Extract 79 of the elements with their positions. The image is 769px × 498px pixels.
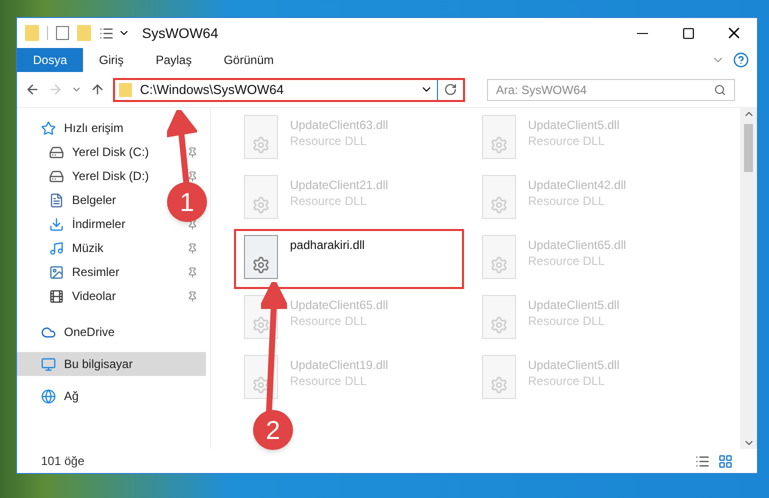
details-view-icon[interactable]	[695, 454, 710, 468]
refresh-icon[interactable]	[444, 83, 457, 96]
ribbon-tab[interactable]: Görünüm	[208, 48, 290, 72]
search-field[interactable]: Ara: SysWOW64	[487, 78, 735, 100]
back-icon[interactable]	[25, 82, 40, 97]
music-icon	[49, 240, 64, 256]
item-count: 101 öğe	[41, 453, 86, 470]
maximize-icon	[682, 26, 694, 40]
step-number-badge: 1	[167, 182, 207, 222]
file-name: UpdateClient63.dll	[290, 117, 388, 133]
nav-item[interactable]: Bu bilgisayar	[17, 352, 163, 376]
address-path: C:\Windows\SysWOW64	[140, 80, 285, 99]
nav-item[interactable]: Hızlı erişim	[17, 116, 163, 140]
nav-item[interactable]: Belgeler	[17, 188, 163, 212]
nav-label: Resimler	[72, 264, 120, 281]
nav-label: Müzik	[72, 240, 104, 257]
file-name: UpdateClient5.dll	[528, 357, 620, 373]
help-icon[interactable]	[733, 52, 749, 68]
nav-label: Belgeler	[72, 192, 116, 209]
nav-label: Ağ	[64, 388, 79, 405]
folder-icon	[25, 25, 39, 41]
nav-item[interactable]: İndirmeler	[17, 212, 163, 236]
nav-item[interactable]: Müzik	[17, 236, 163, 260]
nav-label: Videolar	[72, 288, 116, 305]
drive-icon	[49, 168, 64, 184]
nav-label: Yerel Disk (D:)	[72, 168, 149, 185]
large-icons-view-icon[interactable]	[718, 454, 733, 468]
checkbox-icon	[56, 26, 69, 40]
file-name: UpdateClient65.dll	[528, 237, 626, 253]
file-name: UpdateClient5.dll	[528, 117, 620, 133]
nav-label: Yerel Disk (C:)	[72, 144, 149, 161]
pc-icon	[41, 356, 56, 372]
nav-item[interactable]: Videolar	[17, 284, 163, 308]
drive-c-icon	[49, 144, 64, 160]
file-name: padharakiri.dll	[290, 237, 365, 253]
pictures-icon	[49, 264, 64, 280]
file-icon	[244, 175, 278, 219]
file-item[interactable]: padharakiri.dll	[236, 231, 462, 287]
window-title: SysWOW64	[142, 24, 218, 43]
folder-icon	[77, 25, 91, 41]
file-icon	[482, 235, 516, 279]
file-name: UpdateClient19.dll	[290, 357, 388, 373]
nav-item[interactable]: Yerel Disk (D:)	[17, 164, 163, 188]
file-name: UpdateClient5.dll	[528, 297, 620, 313]
network-icon	[41, 388, 56, 404]
step-number-badge: 2	[253, 410, 293, 450]
file-icon	[482, 115, 516, 159]
file-icon	[482, 295, 516, 339]
nav-label: İndirmeler	[72, 216, 126, 233]
up-icon[interactable]	[90, 82, 105, 97]
search-icon	[714, 84, 726, 96]
minimize-icon	[636, 32, 648, 34]
ribbon-tab[interactable]: Giriş	[83, 48, 140, 72]
nav-label: Bu bilgisayar	[64, 356, 133, 373]
file-icon	[244, 115, 278, 159]
nav-item[interactable]: Resimler	[17, 260, 163, 284]
file-name: UpdateClient42.dll	[528, 177, 626, 193]
docs-icon	[49, 192, 64, 208]
address-bar[interactable]: C:\Windows\SysWOW64	[113, 78, 465, 102]
file-name: UpdateClient65.dll	[290, 297, 388, 313]
file-icon	[482, 175, 516, 219]
ribbon-tab[interactable]: Paylaş	[140, 48, 208, 72]
nav-label: Hızlı erişim	[64, 120, 124, 137]
file-icon	[244, 235, 278, 279]
download-icon	[49, 216, 64, 232]
file-icon	[482, 355, 516, 399]
nav-item[interactable]: Yerel Disk (C:)	[17, 140, 163, 164]
nav-label: OneDrive	[64, 324, 115, 341]
ribbon-tab[interactable]: Dosya	[17, 48, 84, 72]
nav-item[interactable]: Ağ	[17, 384, 163, 408]
scrollbar-thumb[interactable]	[744, 124, 753, 172]
videos-icon	[49, 288, 64, 304]
properties-icon	[99, 26, 114, 40]
file-name: UpdateClient21.dll	[290, 177, 388, 193]
nav-item[interactable]: OneDrive	[17, 320, 163, 344]
quick-icon	[41, 120, 56, 136]
search-placeholder: Ara: SysWOW64	[496, 82, 588, 98]
cloud-icon	[41, 324, 56, 340]
folder-icon	[119, 82, 132, 96]
